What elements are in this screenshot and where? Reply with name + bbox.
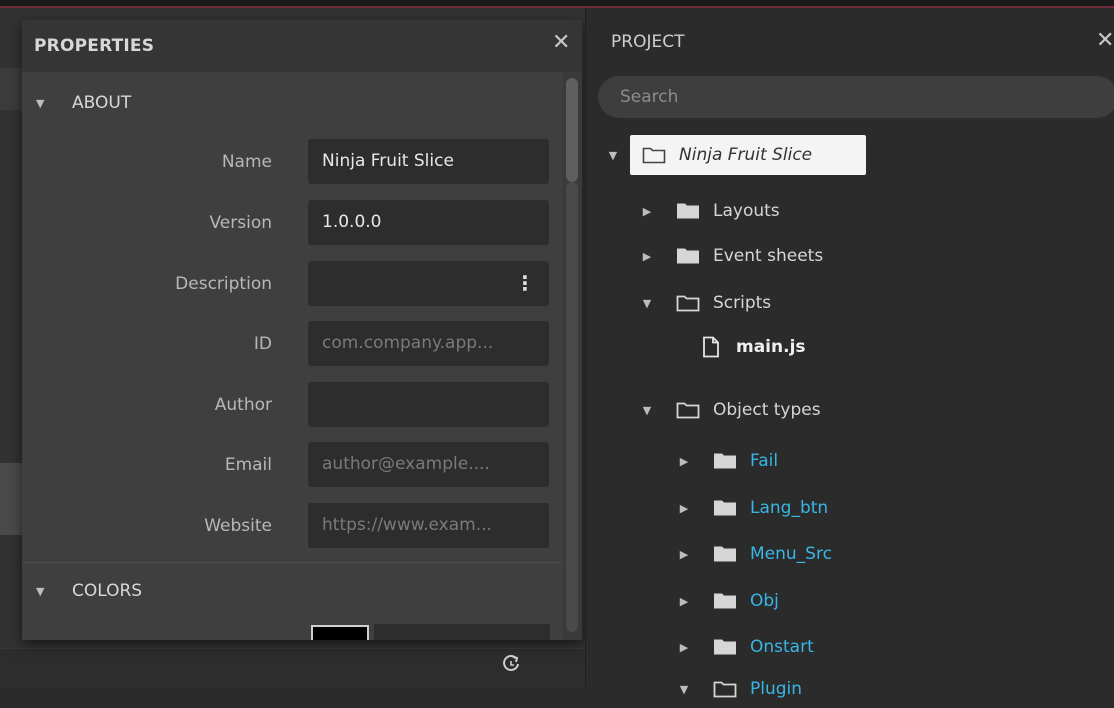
folder-outline-icon xyxy=(675,292,701,314)
folder-outline-icon xyxy=(712,678,738,700)
tree-item-object-types[interactable]: ▼ Object types xyxy=(639,391,821,429)
website-label: Website xyxy=(204,516,272,536)
tree-label-main-js: main.js xyxy=(736,337,806,357)
color-field[interactable] xyxy=(374,624,550,640)
tree-item-menu-src[interactable]: ▶ Menu_Src xyxy=(676,535,832,573)
version-label: Version xyxy=(209,213,272,233)
expand-arrow-icon[interactable]: ▶ xyxy=(676,455,692,468)
tree-label-event-sheets: Event sheets xyxy=(713,246,824,266)
color-row xyxy=(22,620,562,640)
tree-item-plugin[interactable]: ▼ Plugin xyxy=(676,670,802,708)
folder-icon xyxy=(712,450,738,472)
more-options-icon[interactable]: ⋮ xyxy=(515,261,535,306)
tree-item-root[interactable]: ▼ Ninja Fruit Slice xyxy=(605,136,812,174)
section-about-label: ABOUT xyxy=(72,93,132,113)
tree-label-menu-src: Menu_Src xyxy=(750,544,832,564)
collapse-triangle-icon[interactable]: ▼ xyxy=(36,585,58,598)
expand-arrow-icon[interactable]: ▼ xyxy=(676,683,692,696)
tree-label-object-types: Object types xyxy=(713,400,821,420)
file-icon xyxy=(698,336,724,358)
tree-item-layouts[interactable]: ▶ Layouts xyxy=(639,192,780,230)
expand-arrow-icon[interactable]: ▶ xyxy=(676,595,692,608)
folder-icon xyxy=(675,245,701,267)
tree-label-layouts: Layouts xyxy=(713,201,780,221)
expand-arrow-icon[interactable]: ▶ xyxy=(676,548,692,561)
folder-icon xyxy=(712,543,738,565)
tree-item-fail[interactable]: ▶ Fail xyxy=(676,442,778,480)
id-label: ID xyxy=(253,334,272,354)
name-field[interactable]: Ninja Fruit Slice xyxy=(308,139,549,184)
id-row: ID com.company.app... xyxy=(22,321,562,367)
website-row: Website https://www.exam... xyxy=(22,503,562,549)
scrollbar-track-lower xyxy=(566,182,578,632)
tree-item-onstart[interactable]: ▶ Onstart xyxy=(676,628,814,666)
section-about[interactable]: ▼ ABOUT xyxy=(22,77,562,129)
email-row: Email author@example.... xyxy=(22,442,562,488)
section-colors-label: COLORS xyxy=(72,581,143,601)
background-strip xyxy=(0,68,22,110)
version-row: Version 1.0.0.0 xyxy=(22,200,562,246)
website-field[interactable]: https://www.exam... xyxy=(308,503,549,548)
author-row: Author xyxy=(22,382,562,428)
properties-title: PROPERTIES xyxy=(34,36,155,56)
folder-icon xyxy=(712,636,738,658)
folder-outline-icon xyxy=(675,399,701,421)
properties-panel: PROPERTIES ✕ ▼ ABOUT Name Ninja Fruit Sl… xyxy=(22,20,582,640)
author-label: Author xyxy=(214,395,272,415)
tree-label-onstart: Onstart xyxy=(750,637,814,657)
folder-icon xyxy=(675,200,701,222)
section-divider xyxy=(22,562,562,563)
email-field[interactable]: author@example.... xyxy=(308,442,549,487)
expand-arrow-icon[interactable]: ▼ xyxy=(605,149,621,162)
folder-icon xyxy=(712,590,738,612)
version-field[interactable]: 1.0.0.0 xyxy=(308,200,549,245)
tree-label-root: Ninja Fruit Slice xyxy=(679,145,813,165)
collapse-triangle-icon[interactable]: ▼ xyxy=(36,97,58,110)
name-row: Name Ninja Fruit Slice xyxy=(22,139,562,185)
expand-arrow-icon[interactable]: ▶ xyxy=(639,250,655,263)
folder-icon xyxy=(712,497,738,519)
close-icon[interactable]: ✕ xyxy=(552,32,570,54)
tree-label-fail: Fail xyxy=(750,451,779,471)
author-field[interactable] xyxy=(308,382,549,427)
expand-arrow-icon[interactable]: ▼ xyxy=(639,297,655,310)
search-input[interactable] xyxy=(598,76,1114,118)
description-field[interactable]: ⋮ xyxy=(308,261,549,306)
refresh-icon[interactable] xyxy=(500,653,522,675)
section-colors[interactable]: ▼ COLORS xyxy=(22,565,562,617)
project-title: PROJECT xyxy=(611,32,685,52)
properties-header: PROPERTIES ✕ xyxy=(22,20,582,72)
email-label: Email xyxy=(224,455,272,475)
expand-arrow-icon[interactable]: ▶ xyxy=(676,502,692,515)
expand-arrow-icon[interactable]: ▶ xyxy=(676,641,692,654)
color-swatch[interactable] xyxy=(311,625,369,640)
project-search[interactable] xyxy=(598,76,1114,118)
background-strip xyxy=(0,463,22,535)
name-label: Name xyxy=(221,152,272,172)
project-panel: PROJECT ✕ ▼ Ninja Fruit Slice ▶ Layouts … xyxy=(585,8,1114,699)
background-bottom-bar xyxy=(0,648,585,688)
scrollbar-thumb[interactable] xyxy=(566,78,578,182)
tree-item-lang-btn[interactable]: ▶ Lang_btn xyxy=(676,489,828,527)
tree-label-plugin: Plugin xyxy=(750,679,803,699)
folder-outline-icon xyxy=(641,144,667,166)
tree-item-obj[interactable]: ▶ Obj xyxy=(676,582,779,620)
id-field[interactable]: com.company.app... xyxy=(308,321,549,366)
tree-item-scripts[interactable]: ▼ Scripts xyxy=(639,284,771,322)
expand-arrow-icon[interactable]: ▶ xyxy=(639,205,655,218)
tree-label-scripts: Scripts xyxy=(713,293,772,313)
properties-scrollbar[interactable] xyxy=(563,72,582,640)
expand-arrow-icon[interactable]: ▼ xyxy=(639,404,655,417)
tree-label-obj: Obj xyxy=(750,591,779,611)
window-top-bar xyxy=(0,0,1114,8)
description-row: Description ⋮ xyxy=(22,261,562,307)
description-label: Description xyxy=(175,274,272,294)
tree-item-event-sheets[interactable]: ▶ Event sheets xyxy=(639,237,823,275)
close-icon[interactable]: ✕ xyxy=(1096,28,1114,53)
tree-item-main-js[interactable]: main.js xyxy=(698,328,806,366)
tree-label-lang-btn: Lang_btn xyxy=(750,498,829,518)
